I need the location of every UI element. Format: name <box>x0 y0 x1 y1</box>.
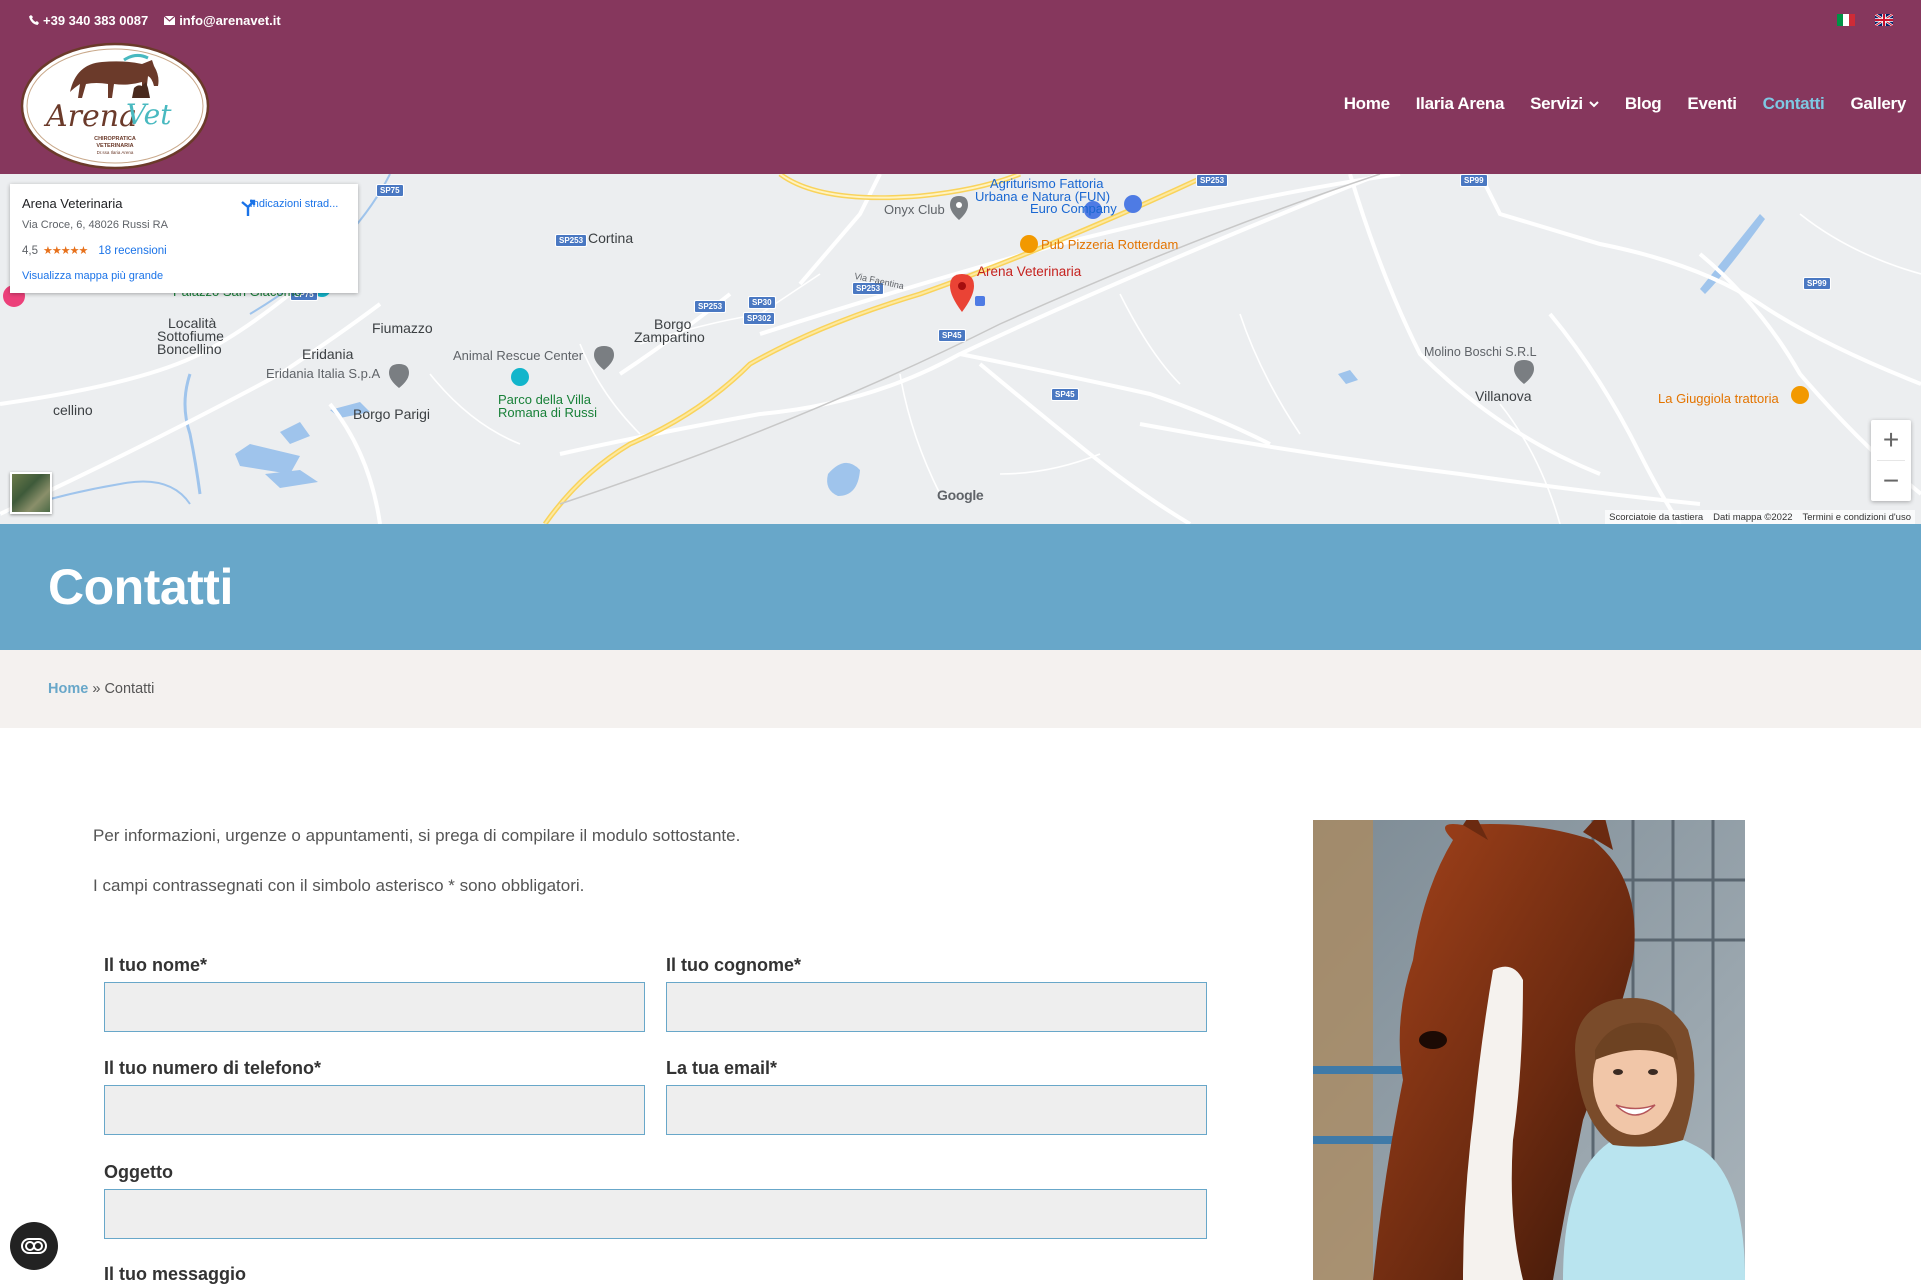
map-label: Boncellino <box>157 341 222 357</box>
telefono-label: Il tuo numero di telefono* <box>104 1058 321 1078</box>
place-address: Via Croce, 6, 48026 Russi RA <box>22 219 168 231</box>
breadcrumb: Home » Contatti <box>48 681 155 697</box>
place-rating: 4,5 ★★★★★ 18 recensioni <box>22 244 167 258</box>
arena-veterinaria-pin[interactable] <box>950 274 974 312</box>
toggle-icon <box>21 1238 47 1254</box>
road-shield: SP75 <box>376 184 404 197</box>
nav-servizi[interactable]: Servizi <box>1530 94 1599 114</box>
map-poi[interactable]: Romana di Russi <box>498 405 597 420</box>
nome-label: Il tuo nome* <box>104 955 207 975</box>
map-footer: Scorciatoie da tastiera Dati mappa ©2022… <box>1605 510 1915 524</box>
road-shield: SP253 <box>555 234 588 247</box>
page-title: Contatti <box>48 559 233 615</box>
svg-text:Arena: Arena <box>43 99 137 134</box>
terms-link[interactable]: Termini e condizioni d'uso <box>1803 512 1911 523</box>
required-note: I campi contrassegnati con il simbolo as… <box>93 876 585 895</box>
map-label: Zampartino <box>634 329 705 345</box>
language-switcher <box>1837 14 1893 26</box>
nav-ilaria-arena[interactable]: Ilaria Arena <box>1416 94 1505 114</box>
oggetto-input[interactable] <box>104 1189 1207 1239</box>
place-name: Arena Veterinaria <box>22 196 123 211</box>
road-shield: SP45 <box>1051 388 1079 401</box>
map-label: Fiumazzo <box>372 320 433 336</box>
italian-flag-icon[interactable] <box>1837 14 1855 26</box>
map-place-card: Arena Veterinaria Via Croce, 6, 48026 Ru… <box>10 184 358 293</box>
road-shield: SP302 <box>743 312 776 325</box>
zoom-in-button[interactable]: + <box>1871 420 1911 460</box>
phone-link[interactable]: +39 340 383 0087 <box>29 13 148 28</box>
breadcrumb-current: Contatti <box>104 681 155 697</box>
accessibility-toggle-button[interactable] <box>10 1222 58 1270</box>
map-poi[interactable]: Molino Boschi S.R.L <box>1424 345 1537 359</box>
nav-contatti[interactable]: Contatti <box>1763 94 1825 114</box>
map-label: cellino <box>53 402 93 418</box>
telefono-input[interactable] <box>104 1085 645 1135</box>
svg-text:VETERINARIA: VETERINARIA <box>96 143 133 149</box>
nav-home[interactable]: Home <box>1344 94 1390 114</box>
intro-text: Per informazioni, urgenze o appuntamenti… <box>93 826 741 845</box>
phone-icon <box>29 15 39 25</box>
vet-with-horse-photo <box>1313 820 1745 1280</box>
bigger-map-link[interactable]: Visualizza mappa più grande <box>22 270 163 282</box>
nav-blog[interactable]: Blog <box>1625 94 1662 114</box>
breadcrumb-band: Home » Contatti <box>0 650 1921 728</box>
map-label: Borgo Parigi <box>353 406 431 422</box>
cognome-input[interactable] <box>666 982 1207 1032</box>
header: +39 340 383 0087 info@arenavet.it Arena … <box>0 0 1921 174</box>
svg-text:CHIROPRATICA: CHIROPRATICA <box>94 136 136 142</box>
satellite-toggle[interactable] <box>10 472 52 514</box>
map-poi[interactable]: Urbana e Natura (FUN) <box>975 189 1110 204</box>
map-poi[interactable]: Onyx Club <box>884 202 945 217</box>
page-title-band: Contatti <box>0 524 1921 650</box>
map-poi-arena-veterinaria[interactable]: Arena Veterinaria <box>977 264 1081 279</box>
email-input[interactable] <box>666 1085 1207 1135</box>
map-poi[interactable]: Animal Rescue Center <box>453 348 583 363</box>
map-poi[interactable]: Pub Pizzeria Rotterdam <box>1041 237 1178 252</box>
zoom-out-button[interactable]: − <box>1871 461 1911 501</box>
road-shield: SP253 <box>1196 174 1229 187</box>
map-data-text: Dati mappa ©2022 <box>1713 511 1793 523</box>
chevron-down-icon <box>1589 100 1599 107</box>
cognome-label: Il tuo cognome* <box>666 955 801 975</box>
contact-line: +39 340 383 0087 info@arenavet.it <box>29 12 281 28</box>
email-label: La tua email* <box>666 1058 778 1078</box>
stars-icon: ★★★★★ <box>43 245 88 257</box>
nav-eventi[interactable]: Eventi <box>1687 94 1737 114</box>
breadcrumb-home[interactable]: Home <box>48 681 88 697</box>
map-poi[interactable]: La Giuggiola trattoria <box>1658 391 1779 406</box>
google-map[interactable]: SP75 SP253 SP253 SP30 SP302 SP253 SP45 S… <box>0 174 1921 524</box>
messaggio-label: Il tuo messaggio <box>104 1264 247 1284</box>
road-shield: SP99 <box>1803 277 1831 290</box>
map-poi[interactable]: Eridania Italia S.p.A <box>266 366 380 381</box>
directions-button[interactable]: Indicazioni strad... <box>238 198 350 216</box>
road-shield: SP99 <box>1460 174 1488 187</box>
nav-gallery[interactable]: Gallery <box>1850 94 1906 114</box>
envelope-icon <box>164 15 176 25</box>
road-shield: SP253 <box>694 300 727 313</box>
english-flag-icon[interactable] <box>1875 14 1893 26</box>
road-shield: SP30 <box>748 296 776 309</box>
nome-input[interactable] <box>104 982 645 1032</box>
svg-text:Vet: Vet <box>126 98 172 131</box>
map-label: Eridania <box>302 346 354 362</box>
email-link[interactable]: info@arenavet.it <box>164 13 281 28</box>
keyboard-shortcuts-link[interactable]: Scorciatoie da tastiera <box>1609 512 1703 523</box>
svg-text:Dr.ssa Ilaria Arena: Dr.ssa Ilaria Arena <box>97 150 134 155</box>
map-label: Villanova <box>1475 388 1532 404</box>
zoom-controls: + − <box>1871 420 1911 501</box>
reviews-link[interactable]: 18 recensioni <box>98 245 166 257</box>
google-logo: Google <box>937 487 984 503</box>
map-label: Cortina <box>588 230 634 246</box>
road-shield: SP45 <box>938 329 966 342</box>
arenavet-logo[interactable]: Arena Vet CHIROPRATICA VETERINARIA Dr.ss… <box>20 42 210 170</box>
main-nav: Home Ilaria Arena Servizi Blog Eventi Co… <box>1344 94 1907 114</box>
oggetto-label: Oggetto <box>104 1162 173 1182</box>
